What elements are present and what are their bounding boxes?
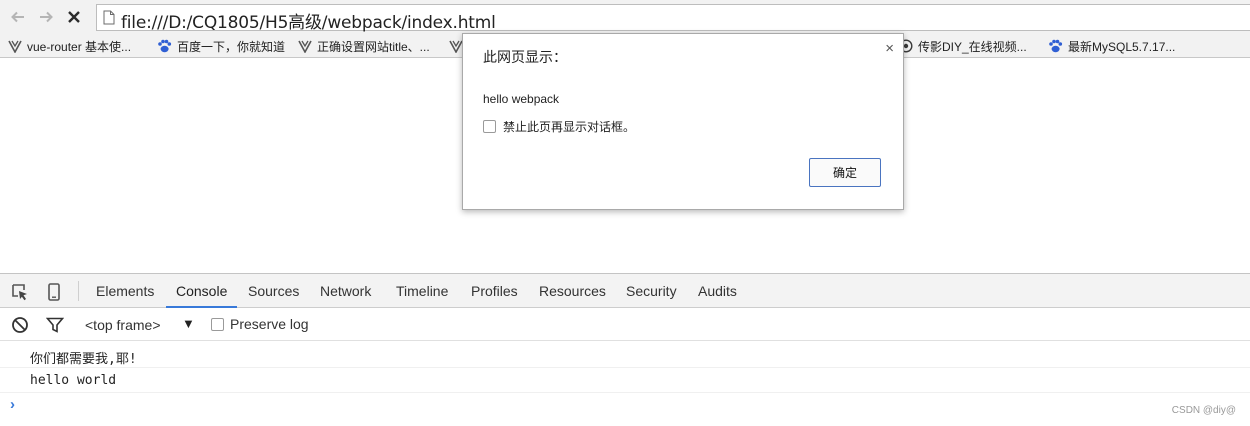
tab-network[interactable]: Network [320, 274, 371, 308]
console-message: 你们都需要我,耶! [0, 343, 1250, 368]
bookmark-mysql[interactable]: 最新MySQL5.7.17... [1048, 37, 1175, 55]
inspect-element-icon[interactable] [10, 282, 30, 302]
browser-toolbar: file:///D:/CQ1805/H5高级/webpack/index.htm… [0, 0, 1250, 34]
console-message-text: 你们都需要我,耶! [30, 352, 137, 367]
clear-console-icon[interactable] [11, 316, 29, 334]
device-mode-icon[interactable] [44, 282, 64, 302]
devtools-panel: Elements Console Sources Network Timelin… [0, 273, 1250, 426]
suppress-dialogs-option[interactable]: 禁止此页再显示对话框。 [483, 118, 635, 135]
page-icon [103, 10, 115, 28]
tab-security[interactable]: Security [626, 274, 677, 308]
bookmark-label: 正确设置网站title、... [317, 39, 430, 54]
address-bar[interactable]: file:///D:/CQ1805/H5高级/webpack/index.htm… [96, 4, 1250, 33]
suppress-dialogs-label: 禁止此页再显示对话框。 [503, 120, 636, 134]
vue-logo-icon [8, 40, 22, 53]
bookmark-vue-router[interactable]: vue-router 基本使... [8, 37, 131, 55]
tab-timeline[interactable]: Timeline [396, 274, 448, 308]
baidu-paw-icon [158, 39, 172, 53]
tab-profiles[interactable]: Profiles [471, 274, 518, 308]
alert-dialog: 此网页显示： × hello webpack 禁止此页再显示对话框。 确定 [462, 33, 904, 210]
console-prompt-icon[interactable]: › [10, 396, 15, 413]
suppress-dialogs-checkbox[interactable] [483, 120, 496, 133]
bookmark-baidu[interactable]: 百度一下，你就知道 [157, 37, 285, 55]
tab-elements[interactable]: Elements [96, 274, 154, 308]
dialog-title: 此网页显示： [483, 49, 567, 65]
bookmark-label: 百度一下，你就知道 [177, 39, 286, 54]
tab-audits[interactable]: Audits [698, 274, 737, 308]
ok-button[interactable]: 确定 [809, 158, 881, 187]
back-arrow-icon[interactable] [7, 6, 29, 28]
vue-logo-icon [298, 40, 312, 53]
console-message-text: hello world [30, 373, 117, 388]
tab-resources[interactable]: Resources [539, 274, 606, 308]
preserve-log-option[interactable]: Preserve log [211, 316, 309, 332]
vue-logo-icon [449, 40, 463, 53]
watermark: CSDN @diy@ [1171, 405, 1236, 416]
devtools-tab-bar: Elements Console Sources Network Timelin… [0, 274, 1250, 308]
dialog-message: hello webpack [483, 92, 560, 106]
bookmark-title-setting[interactable]: 正确设置网站title、... [298, 37, 430, 55]
filter-icon[interactable] [46, 316, 64, 334]
console-message: hello world [0, 368, 1250, 393]
forward-arrow-icon[interactable] [35, 6, 57, 28]
chevron-down-icon[interactable]: ▼ [182, 316, 195, 331]
stop-icon[interactable] [63, 6, 85, 28]
tab-console[interactable]: Console [166, 274, 238, 308]
url-text[interactable]: file:///D:/CQ1805/H5高级/webpack/index.htm… [121, 8, 496, 33]
bookmark-diy-video[interactable]: 传影DIY_在线视频... [899, 37, 1027, 55]
baidu-paw-icon [1049, 39, 1063, 53]
bookmark-label: vue-router 基本使... [27, 39, 132, 54]
close-icon[interactable]: × [885, 40, 894, 57]
preserve-log-checkbox[interactable] [211, 317, 224, 331]
frame-selector[interactable]: <top frame> [85, 317, 161, 333]
preserve-log-label: Preserve log [230, 316, 309, 332]
tab-sources[interactable]: Sources [248, 274, 299, 308]
bookmark-label: 最新MySQL5.7.17... [1068, 39, 1176, 54]
console-toolbar: <top frame> ▼ Preserve log [0, 308, 1250, 341]
bookmark-label: 传影DIY_在线视频... [918, 39, 1027, 54]
toolbar-divider [78, 281, 79, 301]
